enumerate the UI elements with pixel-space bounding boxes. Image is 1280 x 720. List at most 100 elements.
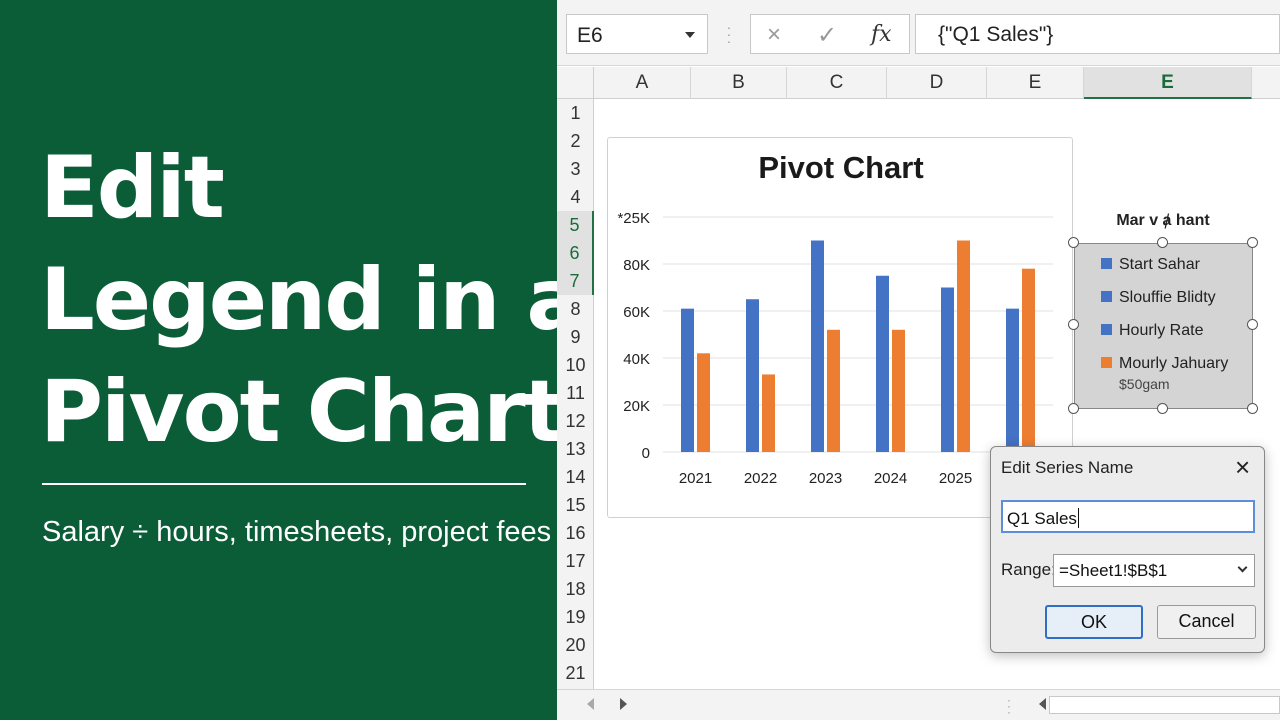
sheet-navigation-bar: · · · <box>557 689 1280 720</box>
resize-handle[interactable] <box>1247 319 1258 330</box>
banner-title-line-2: Legend in a <box>40 250 584 350</box>
row-header-19[interactable]: 19 <box>557 603 594 631</box>
title-banner: Edit Legend in a Pivot Chart Salary ÷ ho… <box>0 0 584 720</box>
column-header-e-active[interactable]: E <box>1084 67 1252 99</box>
legend-title: Mar v ⱥ hant <box>1116 212 1210 229</box>
column-header: A B C D E E <box>557 67 1280 99</box>
row-header-2[interactable]: 2 <box>557 127 594 155</box>
banner-title-line-3: Pivot Chart <box>40 362 565 462</box>
column-header-e[interactable]: E <box>987 67 1084 99</box>
row-header-18[interactable]: 18 <box>557 575 594 603</box>
drag-handle-icon[interactable]: · · · <box>726 20 732 48</box>
bar-2025-series-1[interactable] <box>941 287 954 453</box>
legend-extra-text: $50gam <box>1119 376 1170 392</box>
formula-input[interactable]: {"Q1 Sales"} <box>915 14 1280 54</box>
chevron-down-icon[interactable] <box>685 32 695 38</box>
cancel-button[interactable]: Cancel <box>1157 605 1256 639</box>
legend-entry[interactable]: Start Sahar <box>1101 256 1200 274</box>
range-value: =Sheet1!$B$1 <box>1059 561 1168 580</box>
formula-bar: E6 · · · × ✓ fx {"Q1 Sales"} <box>557 0 1280 66</box>
bar-2022-series-1[interactable] <box>746 299 759 452</box>
row-header-9[interactable]: 9 <box>557 323 594 351</box>
row-header-4[interactable]: 4 <box>557 183 594 211</box>
insert-function-icon[interactable]: fx <box>871 22 892 47</box>
y-tick-label: *25K <box>617 210 650 227</box>
row-header-15[interactable]: 15 <box>557 491 594 519</box>
bar-2024-series-2[interactable] <box>892 329 905 452</box>
row-header-8[interactable]: 8 <box>557 295 594 323</box>
y-tick-label: 20K <box>623 398 650 415</box>
name-box[interactable]: E6 <box>566 14 708 54</box>
select-all-corner[interactable] <box>557 67 594 99</box>
legend-swatch <box>1101 258 1112 269</box>
row-header-12[interactable]: 12 <box>557 407 594 435</box>
scroll-left-icon[interactable] <box>587 698 594 710</box>
x-tick-label: 2021 <box>679 470 712 487</box>
banner-title-line-1: Edit <box>40 138 225 238</box>
resize-handle[interactable] <box>1157 237 1168 248</box>
resize-handle[interactable] <box>1247 403 1258 414</box>
bar-2021-series-1[interactable] <box>681 308 694 452</box>
row-header-7[interactable]: 7 <box>557 267 594 295</box>
resize-handle[interactable] <box>1068 237 1079 248</box>
banner-title: Edit Legend in a Pivot Chart <box>40 132 584 468</box>
y-tick-label: 60K <box>623 304 650 321</box>
row-header-16[interactable]: 16 <box>557 519 594 547</box>
legend-entry[interactable]: Slouffie Blidty <box>1101 289 1216 307</box>
row-header-17[interactable]: 17 <box>557 547 594 575</box>
banner-divider <box>42 483 526 485</box>
x-tick-label: 2023 <box>809 470 842 487</box>
legend-swatch <box>1101 291 1112 302</box>
horizontal-scrollbar[interactable] <box>1049 696 1280 714</box>
bar-2024-series-1[interactable] <box>876 275 889 452</box>
y-tick-label: 0 <box>642 445 650 462</box>
legend-entry[interactable]: Hourly Rate <box>1101 322 1203 340</box>
series-name-input[interactable]: Q1 Sales <box>1001 500 1255 533</box>
row-header-11[interactable]: 11 <box>557 379 594 407</box>
row-header-20[interactable]: 20 <box>557 631 594 659</box>
row-header-21[interactable]: 21 <box>557 659 594 687</box>
bar-2021-series-2[interactable] <box>697 353 710 452</box>
scroll-left-icon[interactable] <box>1039 698 1046 710</box>
legend-entry[interactable]: Mourly Jahuary <box>1101 355 1228 373</box>
row-header-13[interactable]: 13 <box>557 435 594 463</box>
bar-2022-series-2[interactable] <box>762 374 775 452</box>
bar-2025-series-2[interactable] <box>957 240 970 453</box>
bar-2023-series-1[interactable] <box>811 240 824 453</box>
row-header-1[interactable]: 1 <box>557 99 594 127</box>
row-header-14[interactable]: 14 <box>557 463 594 491</box>
edit-series-name-dialog: Edit Series Name × Q1 Sales Range: =Shee… <box>990 446 1265 653</box>
row-header-10[interactable]: 10 <box>557 351 594 379</box>
resize-handle[interactable] <box>1068 403 1079 414</box>
cancel-icon[interactable]: × <box>767 21 781 49</box>
bar-2026-series-1[interactable] <box>1006 308 1019 452</box>
column-header-a[interactable]: A <box>594 67 691 99</box>
column-header-c[interactable]: C <box>787 67 887 99</box>
scroll-right-icon[interactable] <box>620 698 627 710</box>
close-icon[interactable]: × <box>1235 452 1250 482</box>
enter-icon[interactable]: ✓ <box>817 21 837 50</box>
range-label: Range: <box>1001 560 1056 579</box>
chevron-down-icon[interactable] <box>1237 562 1248 573</box>
name-box-value: E6 <box>577 24 603 47</box>
row-header-3[interactable]: 3 <box>557 155 594 183</box>
bar-2026-series-2[interactable] <box>1022 268 1035 452</box>
column-header-d[interactable]: D <box>887 67 987 99</box>
dialog-title: Edit Series Name <box>1001 458 1134 477</box>
column-header-b[interactable]: B <box>691 67 787 99</box>
resize-handle[interactable] <box>1247 237 1258 248</box>
legend-swatch <box>1101 357 1112 368</box>
range-select[interactable]: =Sheet1!$B$1 <box>1053 554 1255 587</box>
bar-2023-series-2[interactable] <box>827 329 840 452</box>
legend-entry-label: Slouffie Blidty <box>1119 289 1216 306</box>
row-header-5[interactable]: 5 <box>557 211 594 239</box>
ok-button[interactable]: OK <box>1045 605 1143 639</box>
legend-entry-label: Mourly Jahuary <box>1119 355 1229 372</box>
drag-handle-icon[interactable]: · · · <box>1007 694 1011 718</box>
legend-entry-label: Start Sahar <box>1119 256 1200 273</box>
row-header-6[interactable]: 6 <box>557 239 594 267</box>
resize-handle[interactable] <box>1068 319 1079 330</box>
legend-entry-label: Hourly Rate <box>1119 322 1204 339</box>
chart-legend[interactable]: Start Sahar Slouffie Blidty Hourly Rate … <box>1074 243 1253 409</box>
resize-handle[interactable] <box>1157 403 1168 414</box>
